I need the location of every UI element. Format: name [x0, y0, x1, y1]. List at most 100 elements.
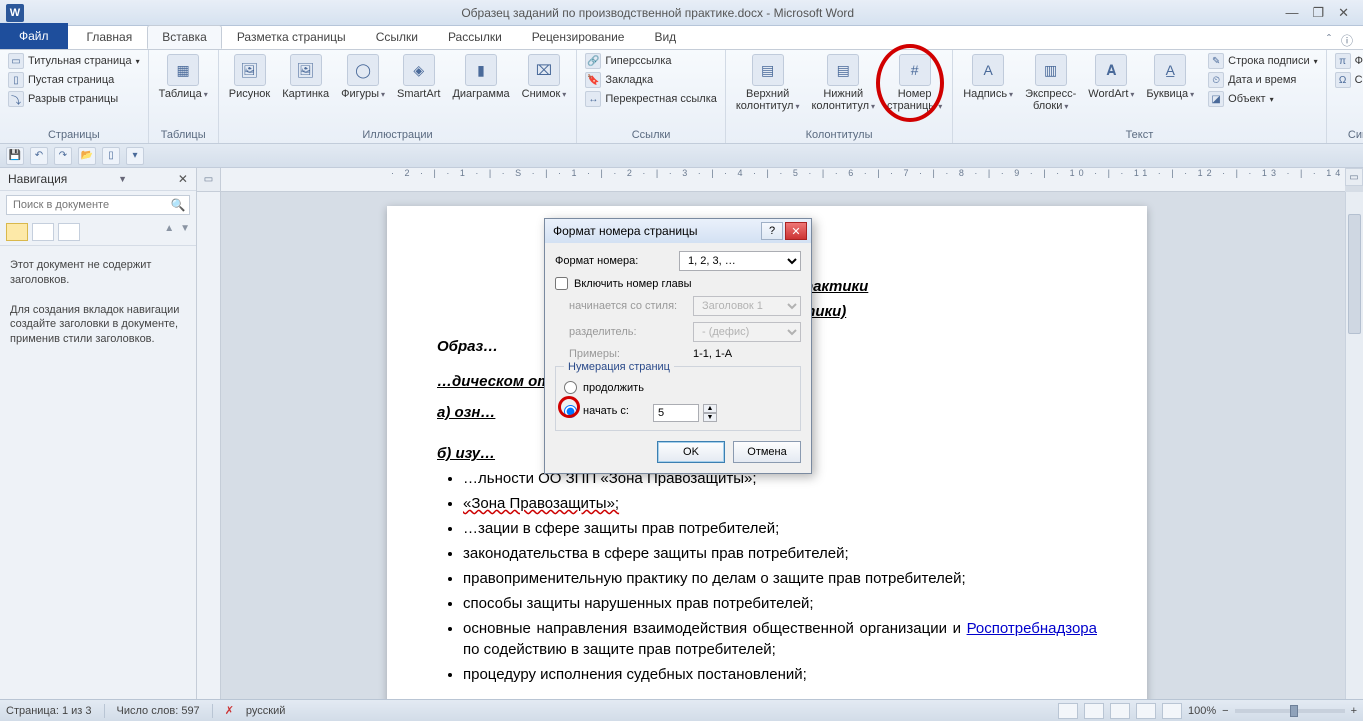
vertical-ruler[interactable] [197, 192, 221, 699]
cover-page-button[interactable]: ▭Титульная страница▾ [6, 52, 142, 70]
view-draft[interactable] [1162, 703, 1182, 719]
dialog-close-button[interactable]: ✕ [785, 222, 807, 240]
group-tables-label: Таблицы [155, 128, 212, 143]
page-number-button[interactable]: #Номер страницы [883, 52, 946, 114]
tab-mailings[interactable]: Рассылки [433, 25, 517, 49]
quick-parts-icon: ▥ [1035, 54, 1067, 86]
object-button[interactable]: ◪Объект▾ [1206, 90, 1319, 108]
quick-parts-button[interactable]: ▥Экспресс-блоки [1021, 52, 1080, 114]
equation-button[interactable]: πФормула▾ [1333, 52, 1363, 70]
view-full-screen[interactable] [1084, 703, 1104, 719]
nav-tab-results[interactable] [58, 223, 80, 241]
picture-button[interactable]: 🖼Рисунок [225, 52, 275, 102]
textbox-button[interactable]: AНадпись [959, 52, 1017, 102]
shapes-button[interactable]: ◯Фигуры [337, 52, 389, 102]
nav-search-input[interactable] [7, 196, 167, 214]
ok-button[interactable]: OK [657, 441, 725, 463]
maximize-button[interactable]: ❐ [1312, 5, 1324, 21]
tab-review[interactable]: Рецензирование [517, 25, 640, 49]
dialog-titlebar[interactable]: Формат номера страницы ? ✕ [545, 219, 811, 243]
qat-open-button[interactable]: 📂 [78, 147, 96, 165]
group-pages: ▭Титульная страница▾ ▯Пустая страница ⤵Р… [0, 50, 149, 143]
proofing-icon[interactable]: ✗ [225, 704, 234, 717]
tab-view[interactable]: Вид [639, 25, 691, 49]
hyperlink-button[interactable]: 🔗Гиперссылка [583, 52, 719, 70]
dialog-help-button[interactable]: ? [761, 222, 783, 240]
tab-references[interactable]: Ссылки [361, 25, 433, 49]
smartart-icon: ◈ [403, 54, 435, 86]
nav-search-box[interactable]: 🔍 [6, 195, 190, 215]
nav-prev[interactable]: ▲ [164, 223, 174, 241]
status-words[interactable]: Число слов: 597 [117, 705, 200, 717]
tab-home[interactable]: Главная [72, 25, 148, 49]
view-web-layout[interactable] [1110, 703, 1130, 719]
date-time-button[interactable]: ⏲Дата и время [1206, 71, 1319, 89]
status-language[interactable]: русский [246, 705, 285, 717]
group-symbols-label: Символы [1333, 128, 1363, 143]
spin-up-button[interactable]: ▲ [703, 404, 717, 413]
qat-undo-button[interactable]: ↶ [30, 147, 48, 165]
close-window-button[interactable]: ✕ [1338, 5, 1349, 21]
ruler-toggle[interactable]: ▭ [197, 168, 221, 192]
object-icon: ◪ [1208, 91, 1224, 107]
zoom-level[interactable]: 100% [1188, 705, 1216, 717]
tab-page-layout[interactable]: Разметка страницы [222, 25, 361, 49]
examples-label: Примеры: [569, 348, 687, 360]
zoom-slider[interactable] [1235, 709, 1345, 713]
qat-more-button[interactable]: ▾ [126, 147, 144, 165]
dropcap-button[interactable]: A̲Буквица [1142, 52, 1198, 102]
tab-file[interactable]: Файл [0, 23, 68, 49]
number-format-select[interactable]: 1, 2, 3, … [679, 251, 801, 271]
header-button[interactable]: ▤Верхний колонтитул [732, 52, 804, 114]
nav-next[interactable]: ▼ [180, 223, 190, 241]
group-header-footer-label: Колонтитулы [732, 128, 946, 143]
cancel-button[interactable]: Отмена [733, 441, 801, 463]
view-outline[interactable] [1136, 703, 1156, 719]
zoom-out-button[interactable]: − [1222, 705, 1228, 717]
footer-button[interactable]: ▤Нижний колонтитул [807, 52, 879, 114]
search-icon[interactable]: 🔍 [167, 198, 189, 212]
view-print-layout[interactable] [1058, 703, 1078, 719]
window-controls: — ❐ ✕ [1285, 5, 1363, 21]
blank-page-button[interactable]: ▯Пустая страница [6, 71, 142, 89]
table-button[interactable]: ▦Таблица [155, 52, 212, 102]
qat-new-button[interactable]: ▯ [102, 147, 120, 165]
scrollbar-thumb[interactable] [1348, 214, 1361, 334]
hyperlink-icon: 🔗 [585, 53, 601, 69]
cross-reference-button[interactable]: ↔Перекрестная ссылка [583, 90, 719, 108]
page-break-button[interactable]: ⤵Разрыв страницы [6, 90, 142, 108]
zoom-in-button[interactable]: + [1351, 705, 1357, 717]
start-at-radio-label: начать с: [583, 405, 629, 417]
nav-tab-headings[interactable] [6, 223, 28, 241]
vertical-scrollbar[interactable] [1345, 192, 1363, 699]
zoom-slider-thumb[interactable] [1290, 705, 1298, 717]
nav-pane-close-button[interactable]: ✕ [178, 172, 188, 186]
bookmark-button[interactable]: 🔖Закладка [583, 71, 719, 89]
qat-redo-button[interactable]: ↷ [54, 147, 72, 165]
nav-tab-pages[interactable] [32, 223, 54, 241]
horizontal-ruler[interactable]: · 2 · | · 1 · | · S · | · 1 · | · 2 · | … [221, 168, 1345, 192]
nav-pane-title: Навигация [8, 172, 67, 186]
screenshot-button[interactable]: ⌧Снимок [518, 52, 571, 102]
status-page[interactable]: Страница: 1 из 3 [6, 705, 92, 717]
nav-pane-dropdown[interactable]: ▼ [118, 174, 127, 184]
spin-down-button[interactable]: ▼ [703, 413, 717, 422]
clipart-button[interactable]: 🖼Картинка [278, 52, 333, 102]
minimize-button[interactable]: — [1285, 5, 1298, 21]
start-at-input[interactable] [653, 404, 699, 422]
ruler-toggle-right[interactable]: ▭ [1345, 168, 1363, 186]
tab-insert[interactable]: Вставка [147, 25, 222, 49]
wordart-button[interactable]: 𝐀WordArt [1084, 52, 1138, 102]
symbol-button[interactable]: ΩСимвол▾ [1333, 71, 1363, 89]
ribbon-collapse-button[interactable]: ˆ [1327, 32, 1331, 49]
smartart-button[interactable]: ◈SmartArt [393, 52, 444, 102]
start-at-radio[interactable] [564, 405, 577, 418]
include-chapter-checkbox[interactable] [555, 277, 568, 290]
help-button[interactable]: ⓘ [1341, 32, 1353, 49]
chart-button[interactable]: ▮Диаграмма [448, 52, 513, 102]
navigation-pane: Навигация ▼ ✕ 🔍 ▲▼ Этот документ не соде… [0, 168, 197, 699]
qat-save-button[interactable]: 💾 [6, 147, 24, 165]
signature-line-button[interactable]: ✎Строка подписи▾ [1206, 52, 1319, 70]
continue-radio[interactable] [564, 381, 577, 394]
examples-value: 1-1, 1-A [693, 348, 732, 360]
